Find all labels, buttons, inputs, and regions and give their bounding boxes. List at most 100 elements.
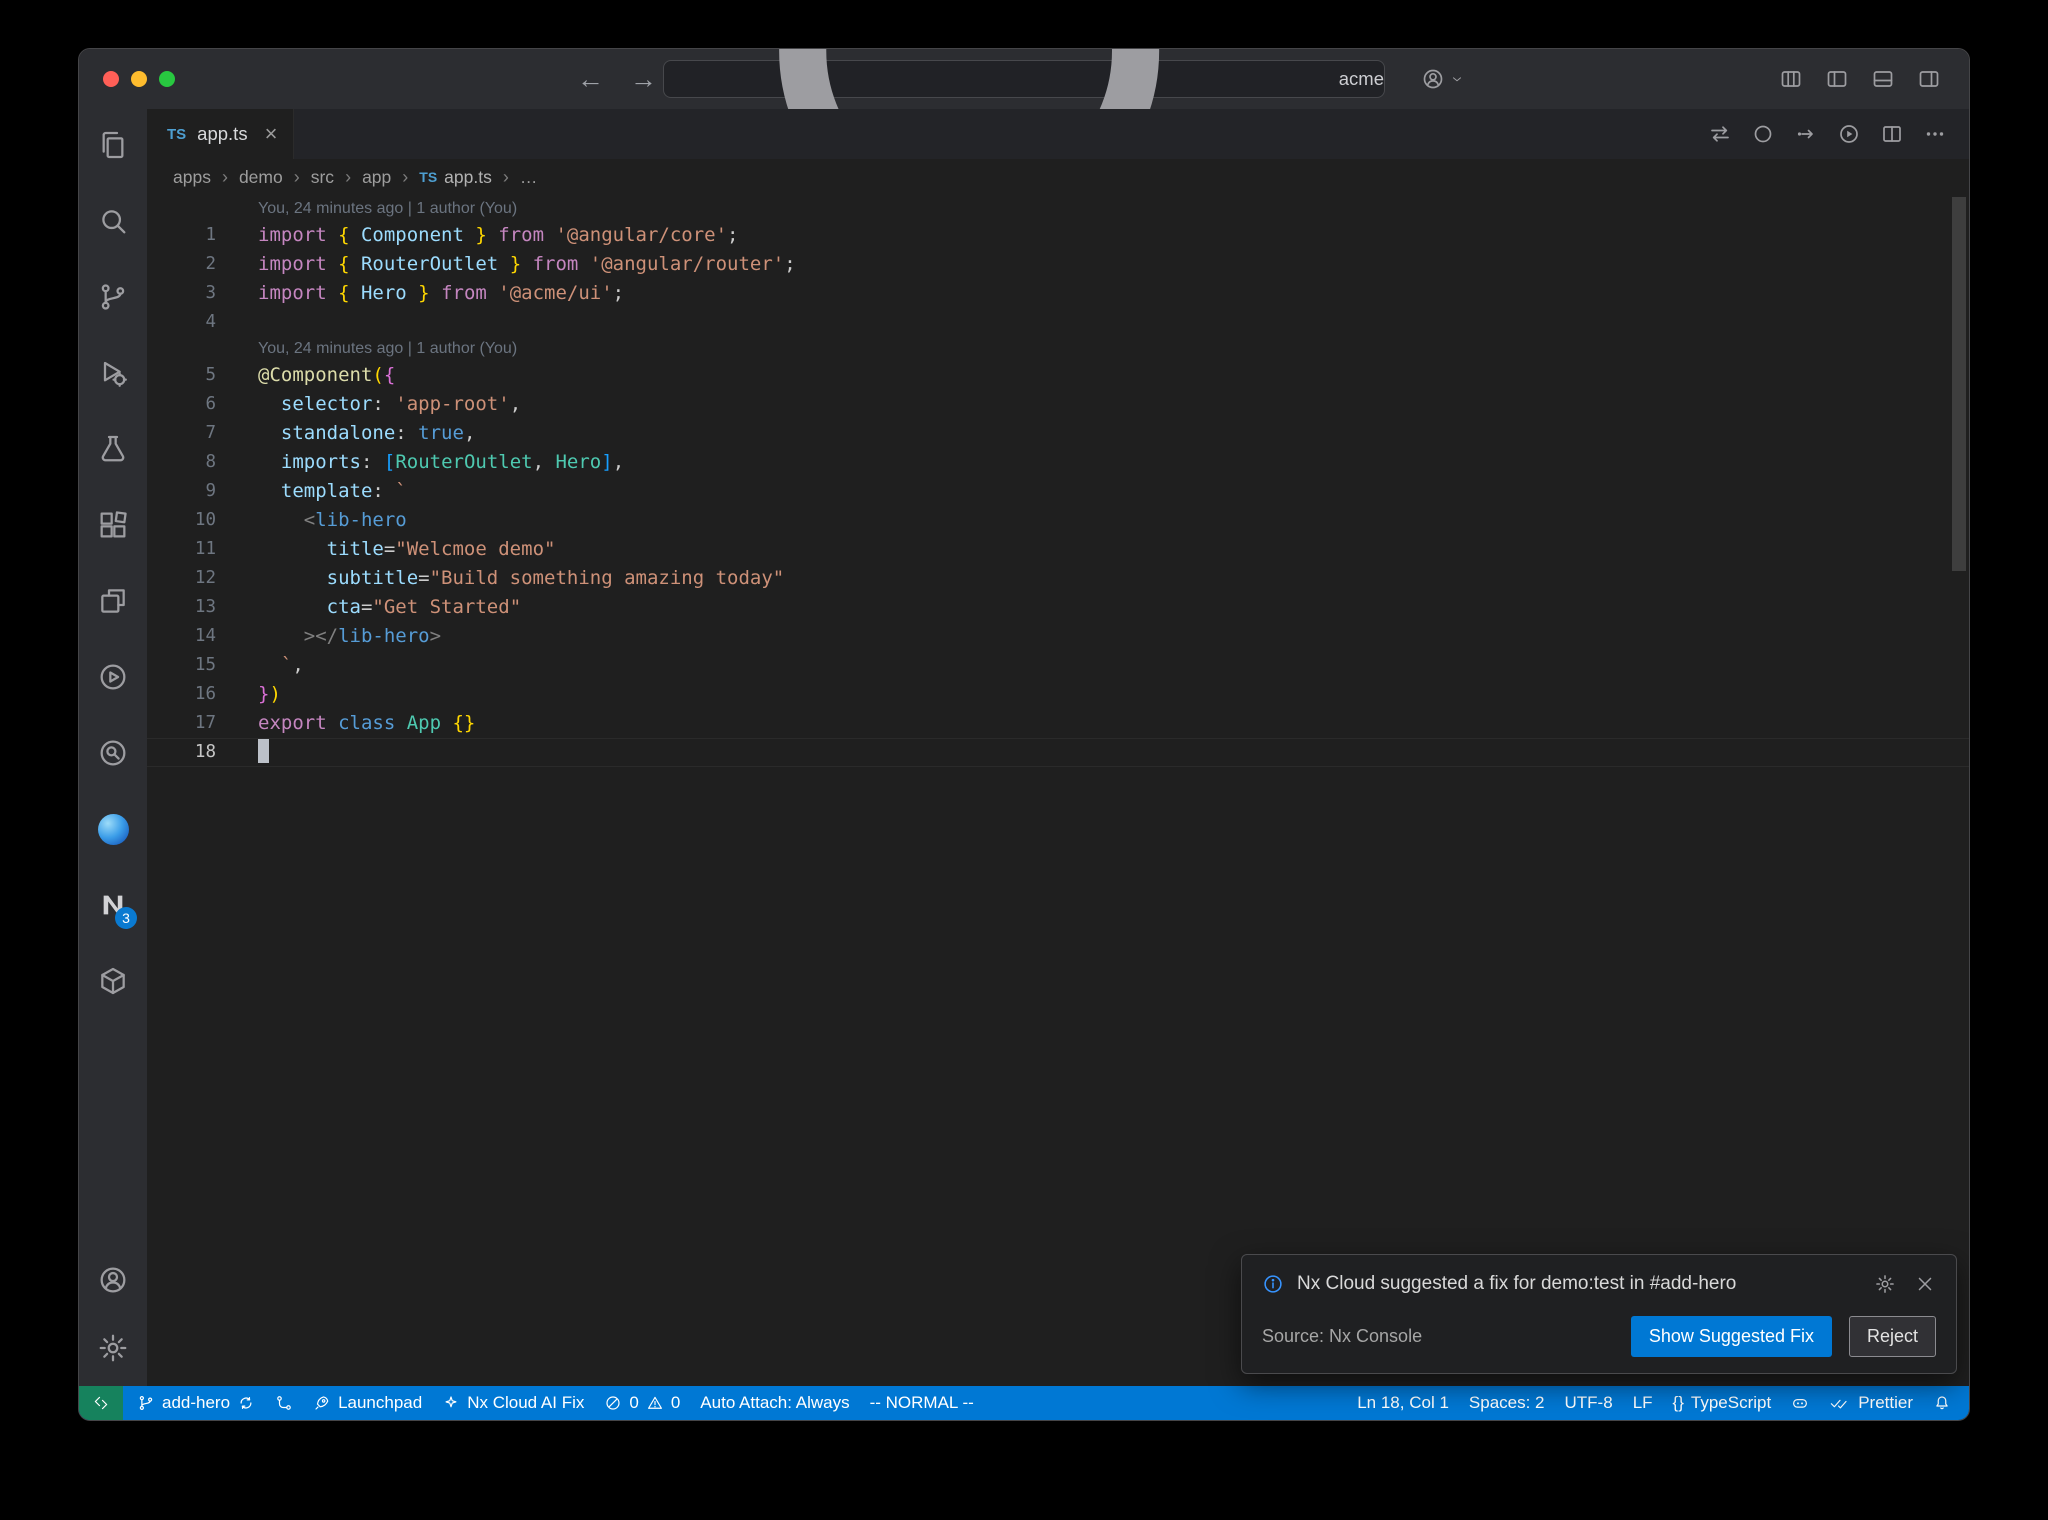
code-line[interactable]: 2 import { RouterOutlet } from '@angular/… — [147, 250, 1969, 279]
code-line[interactable]: 9 template: ` — [147, 477, 1969, 506]
play-circle-icon[interactable] — [1837, 122, 1861, 146]
activity-extensions[interactable] — [89, 501, 137, 549]
bell-icon — [1936, 1396, 1948, 1410]
activity-run-target[interactable] — [89, 653, 137, 701]
customize-layout-button[interactable] — [1779, 67, 1803, 91]
line-number — [147, 197, 216, 221]
cursor-position-item[interactable]: Ln 18, Col 1 — [1347, 1386, 1459, 1420]
run-icon[interactable] — [1794, 122, 1818, 146]
activity-search[interactable] — [89, 197, 137, 245]
activity-settings[interactable] — [89, 1324, 137, 1372]
code-line[interactable]: 18 — [147, 738, 1969, 767]
play-circle-icon — [100, 664, 126, 690]
chevron-down-icon — [1453, 77, 1461, 82]
formatter-item[interactable]: Prettier — [1819, 1386, 1923, 1420]
run-debug-icon — [103, 361, 127, 387]
code-line[interactable]: 15 `, — [147, 651, 1969, 680]
activity-source-control[interactable] — [89, 273, 137, 321]
line-number: 13 — [194, 597, 216, 617]
line-number: 7 — [205, 423, 216, 443]
breadcrumb-file[interactable]: TS app.ts — [419, 167, 492, 188]
activity-run-debug[interactable] — [89, 349, 137, 397]
more-actions-icon[interactable] — [1923, 122, 1947, 146]
launchpad-item[interactable]: Launchpad — [303, 1386, 432, 1420]
breadcrumb-item-demo[interactable]: demo — [239, 167, 283, 188]
code-line[interactable]: 6 selector: 'app-root', — [147, 390, 1969, 419]
problems-item[interactable]: 0 0 — [594, 1386, 690, 1420]
git-graph-item[interactable] — [265, 1386, 303, 1420]
nx-cloud-fix-item[interactable]: Nx Cloud AI Fix — [432, 1386, 594, 1420]
eol-item[interactable]: LF — [1623, 1386, 1663, 1420]
activity-containers[interactable] — [89, 957, 137, 1005]
breadcrumb-item-app[interactable]: app — [362, 167, 391, 188]
line-number: 15 — [194, 655, 216, 675]
code-line[interactable]: 12 subtitle="Build something amazing tod… — [147, 564, 1969, 593]
code-line[interactable]: 7 standalone: true, — [147, 419, 1969, 448]
command-center-search[interactable]: acme — [663, 49, 1385, 325]
activity-testing[interactable] — [89, 425, 137, 473]
activity-accounts[interactable] — [89, 1256, 137, 1304]
toggle-sidebar-button[interactable] — [1825, 67, 1849, 91]
split-editor-icon[interactable] — [1880, 122, 1904, 146]
code-line[interactable]: 17 export class App {} — [147, 709, 1969, 738]
line-number: 17 — [194, 713, 216, 733]
info-icon — [1264, 1275, 1282, 1293]
account-button[interactable] — [1421, 67, 1464, 91]
breadcrumb-item-src[interactable]: src — [311, 167, 334, 188]
code-line[interactable]: 14 ></lib-hero> — [147, 622, 1969, 651]
code-line[interactable]: 16}) — [147, 680, 1969, 709]
code-line[interactable]: 3 import { Hero } from '@acme/ui'; — [147, 279, 1969, 308]
tab-label: app.ts — [197, 123, 248, 144]
tab-close-button[interactable]: × — [265, 123, 278, 145]
activity-code-search[interactable] — [89, 729, 137, 777]
code-line[interactable]: 8 imports: [RouterOutlet, Hero], — [147, 448, 1969, 477]
toggle-secondary-sidebar-button[interactable] — [1917, 67, 1941, 91]
annotations-icon[interactable] — [1751, 122, 1775, 146]
breadcrumb-item-apps[interactable]: apps — [173, 167, 211, 188]
activity-edge-devtools[interactable] — [89, 805, 137, 853]
notification-close-button[interactable] — [1914, 1273, 1936, 1295]
indentation-item[interactable]: Spaces: 2 — [1459, 1386, 1555, 1420]
vertical-scrollbar[interactable] — [1952, 197, 1966, 571]
notification-settings-button[interactable] — [1874, 1273, 1896, 1295]
code-line[interactable]: 10 <lib-hero — [147, 506, 1969, 535]
tab-app-ts[interactable]: TS app.ts × — [147, 109, 295, 159]
language-item[interactable]: {} TypeScript — [1663, 1386, 1782, 1420]
remote-indicator[interactable] — [79, 1386, 123, 1420]
zoom-window-button[interactable] — [159, 71, 175, 87]
back-button[interactable]: ← — [577, 65, 604, 93]
toggle-panel-button[interactable] — [1871, 67, 1895, 91]
extensions-icon — [100, 511, 127, 538]
reject-button[interactable]: Reject — [1848, 1316, 1936, 1357]
code-line[interactable]: 13 cta="Get Started" — [147, 593, 1969, 622]
minimize-window-button[interactable] — [131, 71, 147, 87]
language-label: TypeScript — [1690, 1393, 1772, 1412]
encoding-item[interactable]: UTF-8 — [1555, 1386, 1623, 1420]
activity-explorer[interactable] — [89, 121, 137, 169]
vscode-window: ← → acme 3 TS app.ts × apps › demo › src… — [78, 48, 1970, 1421]
blame-annotation: You, 24 minutes ago | 1 author (You) — [147, 337, 1969, 361]
auto-attach-item[interactable]: Auto Attach: Always — [690, 1386, 859, 1420]
line-number: 14 — [194, 626, 216, 646]
open-changes-icon[interactable] — [1708, 122, 1732, 146]
branch-item[interactable]: add-hero — [127, 1386, 265, 1420]
code-line[interactable]: 1 import { Component } from '@angular/cor… — [147, 221, 1969, 250]
code-line[interactable]: 11 title="Welcmoe demo" — [147, 535, 1969, 564]
windows-icon — [101, 589, 125, 613]
warning-icon — [647, 1396, 662, 1409]
close-window-button[interactable] — [103, 71, 119, 87]
vim-mode-item[interactable]: -- NORMAL -- — [860, 1386, 984, 1420]
activity-remote-explorer[interactable] — [89, 577, 137, 625]
show-suggested-fix-button[interactable]: Show Suggested Fix — [1630, 1316, 1832, 1357]
activity-bar: 3 — [79, 109, 147, 1386]
code-line[interactable]: 5 @Component({ — [147, 361, 1969, 390]
activity-nx-console[interactable]: 3 — [89, 881, 137, 929]
breadcrumb-more[interactable]: … — [520, 167, 538, 188]
notifications-bell[interactable] — [1923, 1386, 1961, 1420]
account-icon — [1423, 69, 1443, 89]
forward-button[interactable]: → — [630, 65, 657, 93]
search-circle-icon — [100, 740, 126, 766]
code-line[interactable]: 4 — [147, 308, 1969, 337]
copilot-item[interactable] — [1781, 1386, 1819, 1420]
code-editor[interactable]: You, 24 minutes ago | 1 author (You) 1 imp… — [147, 195, 1969, 1386]
